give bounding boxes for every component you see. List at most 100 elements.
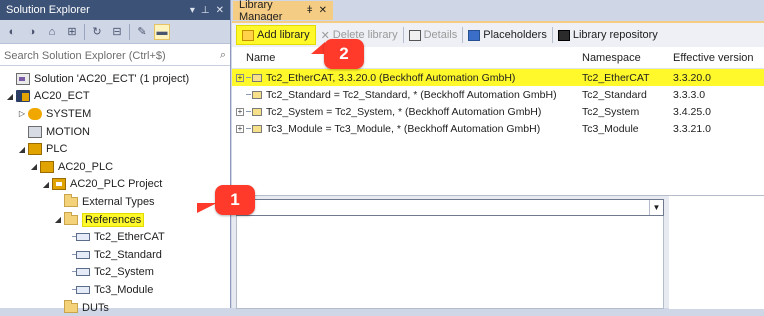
add-library-button[interactable]: Add library [236,25,316,45]
library-name: Tc2_System = Tc2_System, * (Beckhoff Aut… [266,105,542,118]
tree-node-system[interactable]: ▷ SYSTEM [0,105,230,123]
callout-2-pointer [311,42,325,54]
solution-icon [16,72,30,85]
callout-2: 2 [324,39,364,69]
tree-node-solution-ac20-ect-1-project[interactable]: Solution 'AC20_ECT' (1 project) [0,70,230,88]
library-effective-version: 3.3.3.0 [673,88,706,101]
tree-node-tc2-standard[interactable]: Tc2_Standard [0,246,230,264]
system-icon [28,107,42,120]
expand-plus-icon[interactable]: + [236,107,244,116]
library-namespace: Tc3_Module [582,122,639,135]
close-icon[interactable]: ✕ [216,5,224,16]
tree-node-external-types[interactable]: External Types [0,193,230,211]
tree-node-label: Tc2_System [94,266,154,279]
callout-1-pointer [197,203,217,213]
tree-node-ac20-ect[interactable]: ◢ AC20_ECT [0,88,230,106]
placeholders-button[interactable]: Placeholders [463,25,552,45]
library-row[interactable]: + Tc3_Module = Tc3_Module, * (Beckhoff Au… [232,120,764,137]
solution-explorer-title: Solution Explorer [6,4,90,16]
library-row[interactable]: + Tc2_EtherCAT, 3.3.20.0 (Beckhoff Automa… [232,69,764,86]
expander-icon[interactable]: ◢ [4,92,16,101]
details-icon [408,29,421,41]
library-name: Tc3_Module = Tc3_Module, * (Beckhoff Aut… [266,122,541,135]
expand-plus-icon[interactable]: + [236,73,244,82]
column-header-namespace[interactable]: Namespace [578,52,667,64]
library-icon [72,250,90,259]
tree-node-motion[interactable]: MOTION [0,123,230,141]
tree-node-label: External Types [82,195,155,208]
tab-label: Library Manager [239,0,283,23]
tab-pin-icon[interactable]: ǂ [307,5,313,16]
search-solution-explorer-input[interactable]: Search Solution Explorer (Ctrl+$) ⌕ [0,46,230,66]
tree-node-tc3-module[interactable]: Tc3_Module [0,281,230,299]
expander-icon[interactable]: ◢ [52,215,64,224]
tree-node-label: AC20_ECT [34,90,90,103]
library-details-dropdown[interactable]: ▼ [236,199,664,216]
tree-node-label: SYSTEM [46,107,92,120]
plc-project-icon [52,178,66,191]
dropdown-icon[interactable]: ▾ [190,5,195,16]
tree-node-label: AC20_PLC [58,160,114,173]
library-name: Tc2_Standard = Tc2_Standard, * (Beckhoff… [266,88,557,101]
tree-node-tc2-system[interactable]: Tc2_System [0,264,230,282]
library-namespace: Tc2_EtherCAT [582,71,650,84]
details-button[interactable]: Details [404,25,463,45]
tree-node-label: Tc3_Module [94,283,154,296]
tree-node-tc2-ethercat[interactable]: Tc2_EtherCAT [0,228,230,246]
library-details-right [669,196,764,309]
home-icon[interactable]: ⌂ [44,24,60,40]
pin-icon[interactable]: ⊥ [201,5,210,16]
folder-icon [64,211,78,225]
chevron-down-icon[interactable]: ▼ [649,200,663,215]
library-icon [72,233,90,242]
library-row[interactable]: Tc2_Standard = Tc2_Standard, * (Beckhoff… [232,86,764,103]
history-icon[interactable]: ↻ [89,24,105,40]
tab-close-icon[interactable]: ✕ [319,5,327,16]
expand-plus-icon[interactable]: + [236,124,244,133]
column-header-effective-version[interactable]: Effective version [667,52,764,64]
tree-node-ac20-plc[interactable]: ◢ AC20_PLC [0,158,230,176]
library-row[interactable]: + Tc2_System = Tc2_System, * (Beckhoff Au… [232,103,764,120]
tree-node-label: Tc2_EtherCAT [94,231,165,244]
preview-icon[interactable]: ▬ [154,23,170,40]
folder-icon [64,193,78,207]
tree-node-plc[interactable]: ◢ PLC [0,140,230,158]
library-icon [252,90,262,99]
back-icon[interactable]: ◐ [4,24,20,40]
search-placeholder: Search Solution Explorer (Ctrl+$) [4,49,166,62]
solution-explorer-toolbar: ◐ ◑ ⌂ ⊞ ↻ ⊟ ✎ ▬ [0,20,230,44]
tree-node-label: MOTION [46,125,90,138]
placeholders-label: Placeholders [483,29,547,41]
expander-icon[interactable]: ◢ [40,180,52,189]
tree-node-ac20-plc-project[interactable]: ◢ AC20_PLC Project [0,176,230,194]
properties-wrench-icon[interactable]: ✎ [134,24,150,40]
library-name-cell: + Tc2_EtherCAT, 3.3.20.0 (Beckhoff Automa… [232,72,578,84]
library-repository-icon [557,29,570,41]
library-icon [72,268,90,277]
library-name-cell: + Tc2_System = Tc2_System, * (Beckhoff Au… [232,106,578,118]
tab-library-manager[interactable]: Library Manager ǂ ✕ [233,0,333,23]
expander-icon[interactable]: ◢ [28,162,40,171]
library-name-cell: + Tc3_Module = Tc3_Module, * (Beckhoff Au… [232,123,578,135]
tree-node-label: References [82,212,145,227]
library-name: Tc2_EtherCAT, 3.3.20.0 (Beckhoff Automat… [266,71,516,84]
library-effective-version: 3.4.25.0 [673,105,711,118]
collapse-all-icon[interactable]: ⊟ [109,24,125,40]
tree-node-references[interactable]: ◢ References [0,211,230,229]
add-library-label: Add library [257,29,310,41]
tree-node-label: Tc2_Standard [94,248,162,261]
tree-node-duts[interactable]: DUTs [0,299,230,316]
column-header-name[interactable]: Name [232,52,578,64]
expander-icon[interactable]: ▷ [16,109,28,118]
library-repository-button[interactable]: Library repository [553,25,663,45]
library-details-left [236,202,664,309]
project-icon [16,90,30,103]
expander-icon[interactable]: ◢ [16,145,28,154]
forward-icon[interactable]: ◑ [24,24,40,40]
plc-icon [28,143,42,156]
search-icon[interactable]: ⌕ [220,49,226,62]
switch-views-icon[interactable]: ⊞ [64,24,80,40]
library-repository-label: Library repository [572,29,658,41]
toolbar-separator [129,23,130,40]
